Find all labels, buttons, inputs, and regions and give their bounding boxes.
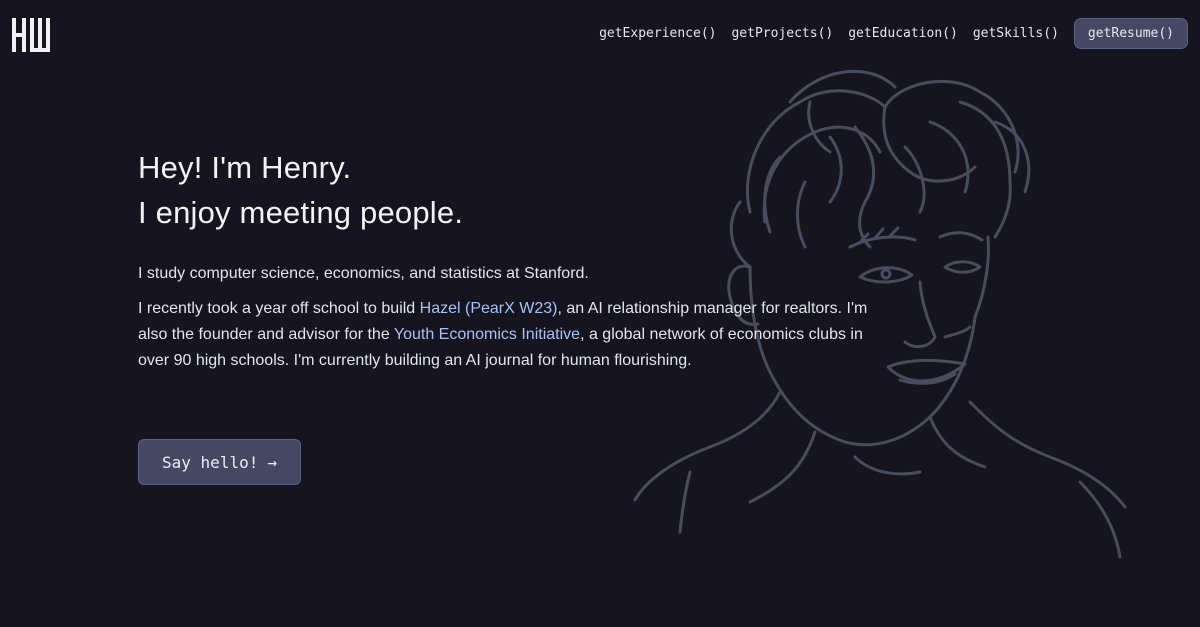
hazel-link[interactable]: Hazel (PearX W23) — [420, 300, 558, 317]
headline-line-2: I enjoy meeting people. — [138, 195, 464, 230]
top-nav: getExperience() getProjects() getEducati… — [599, 18, 1188, 49]
say-hello-button[interactable]: Say hello! → — [138, 439, 301, 485]
nav-projects-link[interactable]: getProjects() — [731, 26, 833, 41]
arrow-right-icon: → — [267, 452, 277, 472]
resume-button[interactable]: getResume() — [1073, 18, 1188, 49]
headline-line-1: Hey! I'm Henry. — [138, 150, 352, 185]
hero-section: Hey! I'm Henry. I enjoy meeting people. … — [138, 145, 868, 374]
nav-experience-link[interactable]: getExperience() — [599, 26, 716, 41]
logo-icon[interactable] — [12, 16, 50, 54]
intro-text: I study computer science, economics, and… — [138, 265, 589, 282]
bio-paragraph: I recently took a year off school to bui… — [138, 296, 868, 374]
nav-education-link[interactable]: getEducation() — [848, 26, 958, 41]
youth-economics-link[interactable]: Youth Economics Initiative — [394, 326, 580, 343]
say-hello-label: Say hello! — [162, 452, 259, 472]
bio-text-1: I recently took a year off school to bui… — [138, 300, 420, 317]
nav-skills-link[interactable]: getSkills() — [973, 26, 1059, 41]
page-title: Hey! I'm Henry. I enjoy meeting people. — [138, 145, 868, 235]
